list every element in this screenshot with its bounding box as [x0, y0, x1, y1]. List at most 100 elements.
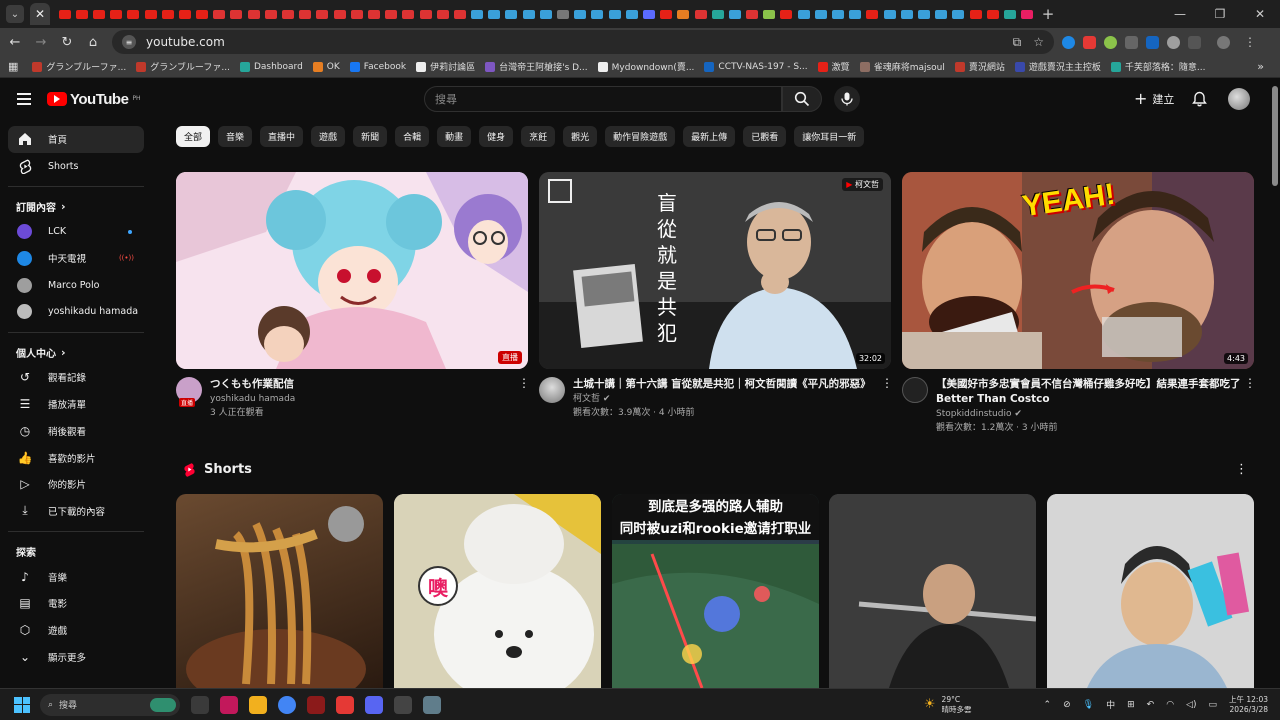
search-button[interactable]: [782, 86, 822, 112]
browser-tab[interactable]: [1019, 7, 1036, 21]
browser-tab[interactable]: [108, 7, 125, 21]
browser-tab[interactable]: [881, 7, 898, 21]
taskbar-app-icon[interactable]: [394, 695, 412, 714]
short-card[interactable]: 噢: [394, 494, 601, 688]
bookmark-item[interactable]: 遊戲賣況主主控板: [1014, 60, 1101, 73]
windows-start-icon[interactable]: [14, 696, 30, 713]
undo-icon[interactable]: ↶: [1147, 700, 1155, 710]
browser-tab[interactable]: [984, 7, 1001, 21]
weather-widget[interactable]: ☀ 29°C 晴時多雲: [924, 695, 1032, 715]
tray-expand-icon[interactable]: ⌃: [1044, 700, 1052, 710]
bookmark-item[interactable]: 伊莉討論區: [416, 60, 475, 73]
filter-chip[interactable]: 健身: [479, 126, 514, 147]
channel-avatar[interactable]: [539, 377, 565, 403]
short-card[interactable]: 到底是多强的路人辅助 同时被uzi和rookie邀请打职业: [612, 494, 819, 688]
video-card[interactable]: 盲從就是共犯 ▶ 柯文哲 32:02 土城十講｜第十六講 盲從就是共犯｜柯文哲閱…: [539, 172, 893, 420]
notifications-button[interactable]: [1192, 91, 1207, 111]
bookmark-item[interactable]: Mydowndown(賣...: [597, 60, 694, 73]
filter-chip[interactable]: 讓你耳目一新: [794, 126, 865, 147]
video-title[interactable]: 土城十講｜第十六講 盲從就是共犯｜柯文哲閱讀《平凡的邪惡》: [573, 377, 881, 392]
filter-chip[interactable]: 遊戲: [311, 126, 346, 147]
browser-tab[interactable]: [933, 7, 950, 21]
search-input[interactable]: 搜尋: [424, 86, 782, 112]
browser-tab[interactable]: [228, 7, 245, 21]
browser-tab[interactable]: [262, 7, 279, 21]
profile-icon[interactable]: [1217, 35, 1230, 49]
browser-tab[interactable]: [864, 7, 881, 21]
filter-chip[interactable]: 觀光: [563, 126, 598, 147]
browser-tab[interactable]: [176, 7, 193, 21]
video-thumbnail[interactable]: YEAH! 4:43: [902, 172, 1254, 369]
browser-tab[interactable]: [365, 7, 382, 21]
taskbar-app-icon[interactable]: [307, 695, 325, 714]
extension-icon[interactable]: [1104, 35, 1117, 49]
bookmark-item[interactable]: 激覽: [817, 60, 850, 73]
taskbar-search[interactable]: ⌕ 搜尋: [40, 693, 180, 716]
browser-tab[interactable]: [795, 7, 812, 21]
sidebar-item-history[interactable]: ↺ 觀看記錄: [8, 364, 144, 391]
volume-icon[interactable]: ◁): [1186, 700, 1196, 710]
bookmark-item[interactable]: Dashboard: [239, 60, 303, 73]
video-card[interactable]: 直播 直播 つくもも作業配信 yoshikadu hamada 3 人正在觀看 …: [176, 172, 530, 420]
filter-chip[interactable]: 動畫: [437, 126, 472, 147]
browser-tab[interactable]: [417, 7, 434, 21]
short-card[interactable]: [176, 494, 383, 688]
browser-tab[interactable]: [915, 7, 932, 21]
browser-tab[interactable]: [331, 7, 348, 21]
taskbar-app-icon[interactable]: [336, 695, 354, 714]
apps-grid-icon[interactable]: ▦: [8, 60, 18, 73]
youtube-logo[interactable]: YouTube PH: [47, 91, 141, 108]
filter-chip[interactable]: 最新上傳: [683, 126, 736, 147]
browser-tab[interactable]: [967, 7, 984, 21]
browser-tab[interactable]: [847, 7, 864, 21]
channel-name[interactable]: Stopkiddinstudio ✔: [936, 407, 1244, 421]
mic-tray-icon[interactable]: 🎙: [1083, 700, 1094, 710]
video-menu-icon[interactable]: ⋮: [518, 377, 530, 420]
browser-tab[interactable]: [73, 7, 90, 21]
install-app-icon[interactable]: ⧉: [1013, 35, 1022, 50]
bookmark-item[interactable]: グランブルーファ...: [32, 60, 126, 73]
browser-tab[interactable]: [554, 7, 571, 21]
voice-search-button[interactable]: [834, 86, 860, 112]
sidebar-item-subscription[interactable]: Marco Polo: [8, 272, 144, 299]
video-menu-icon[interactable]: ⋮: [1244, 377, 1256, 435]
video-title[interactable]: つくもも作業配信: [210, 377, 518, 392]
sidebar-item-movie[interactable]: ▤ 電影: [8, 590, 144, 617]
browser-tab[interactable]: [194, 7, 211, 21]
browser-tab[interactable]: [125, 7, 142, 21]
channel-name[interactable]: 柯文哲 ✔: [573, 392, 881, 406]
filter-chip[interactable]: 直播中: [260, 126, 304, 147]
taskbar-app-icon[interactable]: [220, 695, 238, 714]
create-button[interactable]: + 建立: [1128, 86, 1180, 112]
browser-tab[interactable]: [640, 7, 657, 21]
sidebar-item-watch-later[interactable]: ◷ 稍後觀看: [8, 418, 144, 445]
browser-tab[interactable]: [383, 7, 400, 21]
sidebar-item-gaming[interactable]: ⬡ 遊戲: [8, 617, 144, 644]
battery-icon[interactable]: ▭: [1208, 700, 1217, 710]
sidebar-item-download[interactable]: ⤓ 已下載的內容: [8, 498, 144, 525]
extensions-puzzle-icon[interactable]: [1188, 35, 1201, 49]
forward-icon[interactable]: →: [28, 35, 54, 50]
short-card[interactable]: [1047, 494, 1254, 688]
browser-tab[interactable]: [589, 7, 606, 21]
browser-tab[interactable]: [572, 7, 589, 21]
browser-tab[interactable]: [314, 7, 331, 21]
translate-icon[interactable]: [1146, 35, 1159, 49]
sidebar-item-like[interactable]: 👍 喜歡的影片: [8, 444, 144, 471]
browser-tab[interactable]: [898, 7, 915, 21]
browser-tab[interactable]: [658, 7, 675, 21]
filter-chip[interactable]: 全部: [176, 126, 211, 147]
browser-tab[interactable]: [829, 7, 846, 21]
filter-chip[interactable]: 已觀看: [743, 126, 787, 147]
bookmark-item[interactable]: グランブルーファ...: [136, 60, 230, 73]
bookmark-item[interactable]: 雀魂麻将majsoul: [859, 60, 945, 73]
browser-tab[interactable]: [520, 7, 537, 21]
site-info-icon[interactable]: ≡: [122, 35, 136, 49]
ime-mode-icon[interactable]: ⊞: [1127, 700, 1135, 710]
tab-search-button[interactable]: ⌄: [6, 5, 24, 23]
account-avatar[interactable]: [1228, 88, 1250, 110]
minimize-icon[interactable]: —: [1160, 7, 1200, 21]
sidebar-item-your-videos[interactable]: ▷ 你的影片: [8, 471, 144, 498]
browser-tab[interactable]: [709, 7, 726, 21]
new-tab-button[interactable]: +: [1042, 5, 1055, 23]
